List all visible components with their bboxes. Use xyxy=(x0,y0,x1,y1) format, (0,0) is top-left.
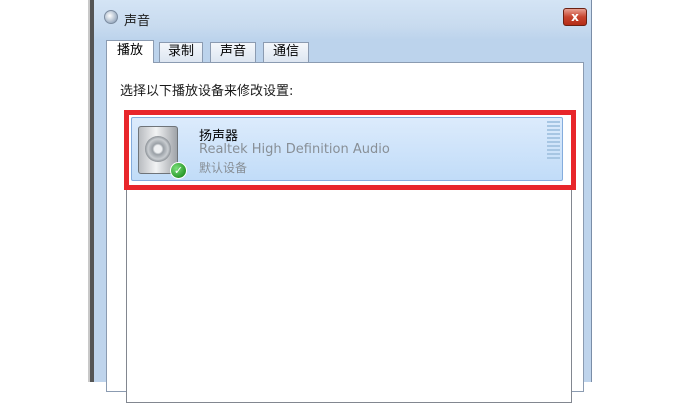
sound-dialog: 声音 x 播放 录制 声音 通信 选择以下播放设备来修改设置: ✓ 扬声器 Re… xyxy=(94,0,592,403)
tab-recording[interactable]: 录制 xyxy=(159,42,203,62)
tab-sounds[interactable]: 声音 xyxy=(210,42,256,62)
window-title: 声音 xyxy=(124,14,151,29)
title-bar[interactable]: 声音 x xyxy=(94,0,591,34)
tab-communications[interactable]: 通信 xyxy=(263,42,309,62)
instruction-text: 选择以下播放设备来修改设置: xyxy=(120,84,294,99)
close-button[interactable]: x xyxy=(563,8,587,26)
highlight-box xyxy=(124,110,576,190)
sound-icon xyxy=(104,10,118,24)
tab-playback[interactable]: 播放 xyxy=(106,40,154,63)
background-window xyxy=(0,0,94,382)
